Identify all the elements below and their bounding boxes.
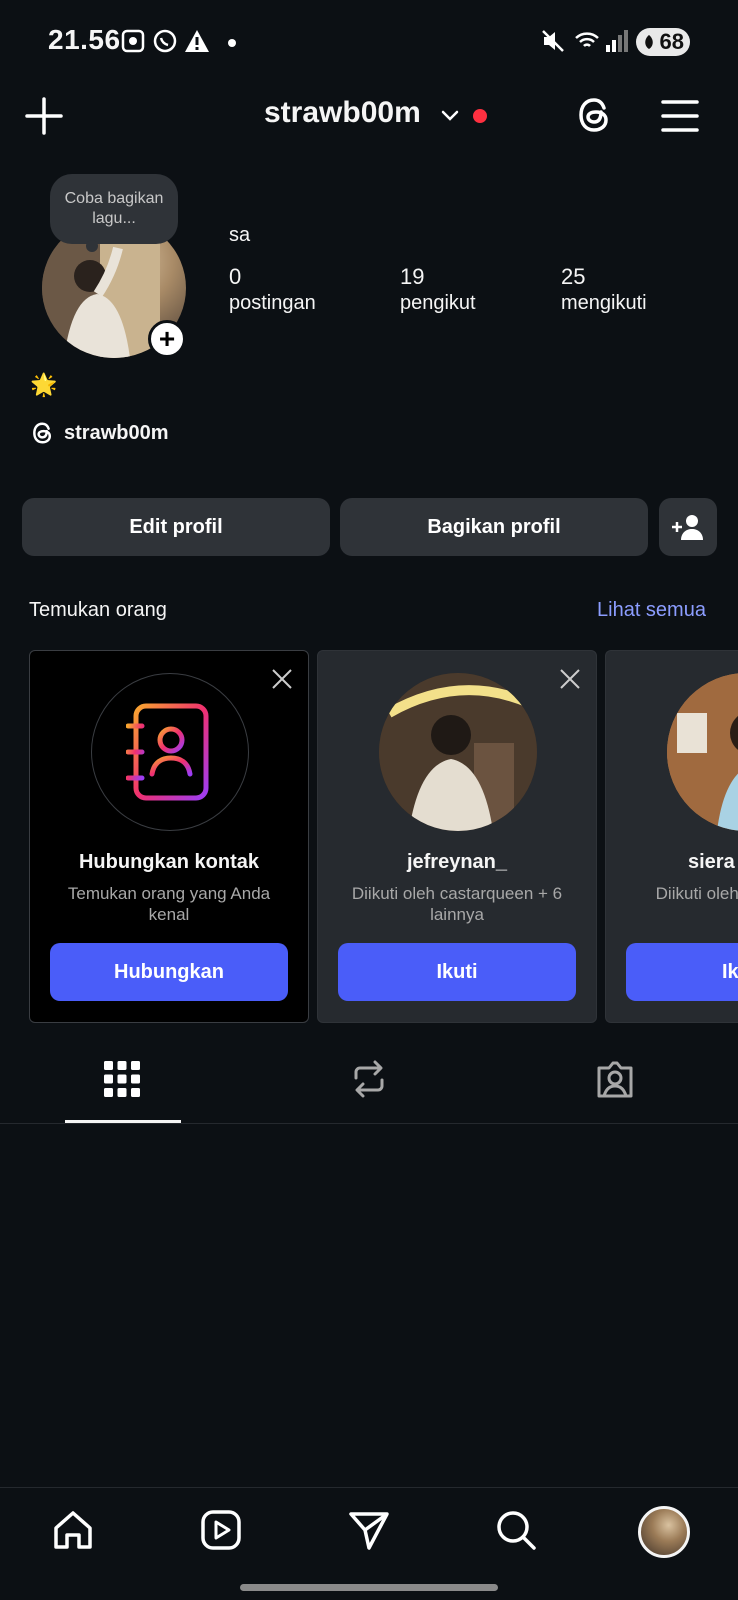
see-all-link[interactable]: Lihat semua [597,599,706,622]
plus-icon[interactable] [24,96,64,136]
screenshot-icon [121,29,145,53]
connect-contacts-button[interactable]: Hubungkan [50,943,288,1001]
notification-dot [228,39,236,47]
display-name: sa [229,224,251,246]
contacts-book-icon [126,703,209,801]
share-profile-button[interactable]: Bagikan profil [340,498,648,556]
avatar-photo [667,673,738,831]
menu-icon[interactable] [660,96,700,136]
followed-by-text: Diikuti oleh castarqueen + 6 lainnya [351,884,563,924]
posts-label: postingan [229,292,316,314]
threads-icon[interactable] [574,94,616,136]
warning-icon [185,30,209,52]
following-count[interactable]: 25 [561,264,585,290]
posts-count: 0 [229,264,242,289]
suggested-username[interactable]: jefreynan_ [318,851,596,874]
suggestion-card-user[interactable]: siera Diikuti oleh + 11 l Ik [605,650,738,1023]
profile-tab-avatar[interactable] [638,1506,690,1558]
battery-level: 68 [659,29,684,54]
following-label[interactable]: mengikuti [561,292,647,315]
username-switcher[interactable]: strawb00m [264,96,421,130]
tagged-icon[interactable] [594,1058,636,1100]
avatar-photo [379,673,537,831]
threads-handle: strawb00m [64,421,169,444]
whatsapp-icon [153,29,177,53]
close-icon[interactable] [270,667,294,691]
search-icon[interactable] [494,1508,538,1552]
send-icon[interactable] [347,1508,391,1552]
add-story-icon[interactable]: + [148,320,186,358]
tab-divider [0,1123,738,1124]
suggested-user-avatar[interactable] [379,673,537,831]
suggested-user-avatar[interactable] [667,673,738,831]
reels-icon[interactable] [199,1508,243,1552]
signal-icon [606,30,628,52]
discover-people-button[interactable] [659,498,717,556]
battery-saver-icon [645,35,653,49]
battery-indicator: 68 [636,28,690,56]
wifi-icon [575,32,599,47]
card-title: Hubungkan kontak [78,851,259,873]
threads-badge[interactable]: strawb00m [30,420,169,446]
follow-button[interactable]: Ik [626,943,738,1001]
reposts-icon[interactable] [348,1058,390,1100]
suggestion-card-user[interactable]: jefreynan_ Diikuti oleh castarqueen + 6 … [317,650,597,1023]
followers-count[interactable]: 19 [400,264,424,290]
bio-text: 🌟 [30,372,58,397]
suggestion-card-contacts[interactable]: Hubungkan kontak Temukan orang yang Anda… [29,650,309,1023]
home-indicator[interactable] [240,1584,498,1591]
chevron-down-icon[interactable] [440,108,460,124]
discover-people-title: Temukan orang [29,599,167,621]
bottom-nav-border [0,1487,738,1488]
mute-icon [542,30,564,52]
edit-profile-button[interactable]: Edit profil [22,498,330,556]
followed-by-text: Diikuti oleh + 11 l [655,884,738,903]
note-bubble[interactable]: Coba bagikan lagu... [50,174,178,252]
contacts-icon-ring [91,673,249,831]
unread-dot [473,109,487,123]
threads-small-icon [33,422,52,444]
follow-button[interactable]: Ikuti [338,943,576,1001]
card-subtitle: Temukan orang yang Anda kenal [67,884,271,924]
status-time: 21.56 [48,24,121,55]
suggested-username[interactable]: siera [688,851,735,874]
grid-icon[interactable] [101,1058,143,1100]
followers-label[interactable]: pengikut [400,292,476,315]
add-person-icon [672,515,703,540]
close-icon[interactable] [558,667,582,691]
home-icon[interactable] [51,1508,95,1552]
